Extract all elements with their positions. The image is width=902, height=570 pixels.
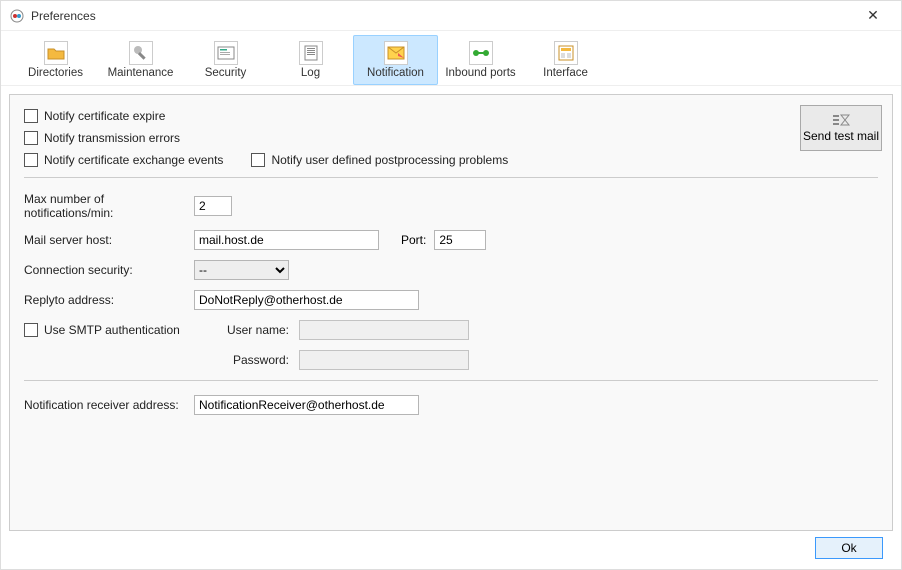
input-max-notif[interactable] (194, 196, 232, 216)
tab-label: Notification (367, 67, 424, 79)
row-mail-host: Mail server host: Port: (24, 230, 878, 250)
checkbox-icon (24, 153, 38, 167)
input-username[interactable] (299, 320, 469, 340)
checkbox-icon (24, 131, 38, 145)
interface-icon (554, 41, 578, 65)
tab-label: Log (301, 67, 320, 79)
separator (24, 380, 878, 381)
tab-label: Interface (543, 67, 588, 79)
row-replyto: Replyto address: (24, 290, 878, 310)
checkbox-label: Notify certificate exchange events (44, 153, 223, 167)
checkbox-icon (24, 323, 38, 337)
input-password[interactable] (299, 350, 469, 370)
label-max-notif: Max number of notifications/min: (24, 192, 194, 220)
app-icon (9, 8, 25, 24)
tab-label: Maintenance (108, 67, 174, 79)
checkbox-label: Notify transmission errors (44, 131, 180, 145)
preferences-window: Preferences ✕ Directories Maintenance Se… (0, 0, 902, 570)
checkbox-row-cert-expire[interactable]: Notify certificate expire (24, 109, 878, 123)
mail-icon (384, 41, 408, 65)
wrench-icon (129, 41, 153, 65)
tab-inbound-ports[interactable]: Inbound ports (438, 35, 523, 85)
checkbox-smtp-auth[interactable]: Use SMTP authentication (24, 323, 194, 337)
footer: Ok (9, 531, 893, 565)
tab-notification[interactable]: Notification (353, 35, 438, 85)
row-password: Password: (24, 350, 878, 370)
input-port[interactable] (434, 230, 486, 250)
checkbox-icon (251, 153, 265, 167)
checkbox-label: Use SMTP authentication (44, 323, 180, 337)
tab-directories[interactable]: Directories (13, 35, 98, 85)
titlebar: Preferences ✕ (1, 1, 901, 31)
checkbox-postproc[interactable]: Notify user defined postprocessing probl… (251, 153, 508, 167)
input-mail-host[interactable] (194, 230, 379, 250)
label-password: Password: (194, 353, 299, 367)
log-icon (299, 41, 323, 65)
label-conn-security: Connection security: (24, 263, 194, 277)
close-button[interactable]: ✕ (853, 7, 893, 24)
label-mail-host: Mail server host: (24, 233, 194, 247)
checkbox-cert-exchange[interactable]: Notify certificate exchange events (24, 153, 223, 167)
content-area: Send test mail Notify certificate expire… (1, 86, 901, 569)
folder-icon (44, 41, 68, 65)
input-replyto[interactable] (194, 290, 419, 310)
ports-icon (469, 41, 493, 65)
toolbar: Directories Maintenance Security Log Not… (1, 31, 901, 86)
separator (24, 177, 878, 178)
tab-security[interactable]: Security (183, 35, 268, 85)
row-conn-security: Connection security: -- (24, 260, 878, 280)
checkbox-icon (24, 109, 38, 123)
tab-label: Security (205, 67, 247, 79)
row-max-notif: Max number of notifications/min: (24, 192, 878, 220)
tab-label: Directories (28, 67, 83, 79)
checkbox-label: Notify user defined postprocessing probl… (271, 153, 508, 167)
send-test-mail-label: Send test mail (803, 129, 879, 143)
send-test-mail-button[interactable]: Send test mail (800, 105, 882, 151)
row-receiver: Notification receiver address: (24, 395, 878, 415)
window-title: Preferences (31, 9, 853, 23)
tab-maintenance[interactable]: Maintenance (98, 35, 183, 85)
notification-panel: Send test mail Notify certificate expire… (9, 94, 893, 531)
label-username: User name: (194, 323, 299, 337)
input-receiver[interactable] (194, 395, 419, 415)
label-receiver: Notification receiver address: (24, 398, 194, 412)
send-mail-icon (831, 113, 851, 127)
ok-button[interactable]: Ok (815, 537, 883, 559)
label-replyto: Replyto address: (24, 293, 194, 307)
certificate-icon (214, 41, 238, 65)
checkbox-row-trans-errors[interactable]: Notify transmission errors (24, 131, 878, 145)
tab-log[interactable]: Log (268, 35, 353, 85)
label-port: Port: (401, 233, 426, 247)
checkbox-row-third: Notify certificate exchange events Notif… (24, 153, 878, 167)
tab-interface[interactable]: Interface (523, 35, 608, 85)
checkbox-label: Notify certificate expire (44, 109, 165, 123)
tab-label: Inbound ports (445, 67, 515, 79)
select-conn-security[interactable]: -- (194, 260, 289, 280)
row-smtp-auth: Use SMTP authentication User name: (24, 320, 878, 340)
